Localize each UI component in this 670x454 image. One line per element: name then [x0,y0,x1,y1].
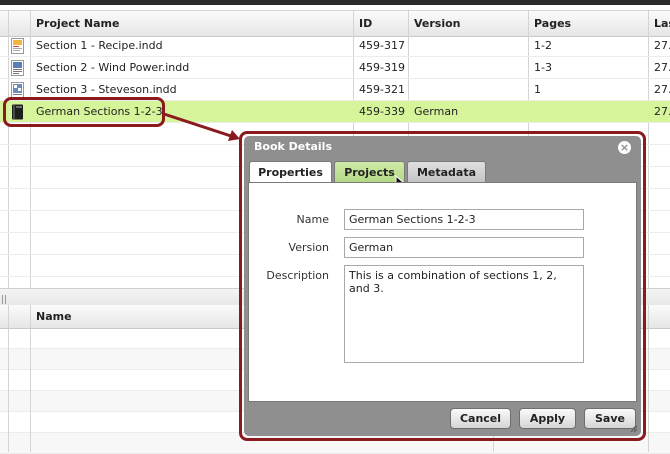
window-top-border [0,0,670,5]
tab-metadata[interactable]: Metadata [407,161,486,182]
project-name-cell: Section 1 - Recipe.indd [36,39,163,52]
id-cell: 459-339 [359,105,405,118]
pages-cell [528,101,648,123]
pages-cell: 1-3 [534,61,552,74]
indd-document-icon [11,38,24,54]
callout-arrow-icon [163,112,240,141]
column-header-version[interactable]: Version [408,11,528,36]
column-divider [648,305,649,328]
version-cell: German [414,105,459,118]
name-label: Name [296,213,329,226]
dialog-title: Book Details [254,140,333,153]
version-label: Version [288,241,329,254]
column-header-id[interactable]: ID [353,11,408,36]
last-cell: 27. [654,105,670,118]
column-header-pages[interactable]: Pages [528,11,648,36]
column-header-project-name[interactable]: Project Name [30,11,353,36]
tab-properties[interactable]: Properties [249,161,332,183]
column-header-name[interactable]: Name [30,305,230,328]
book-details-dialog: Book Details × Properties Projects Metad… [244,136,641,436]
last-cell: 27. [654,61,670,74]
version-cell [408,79,528,101]
splitter-grip-icon [2,295,6,304]
pages-cell: 1 [534,83,541,96]
cancel-button[interactable]: Cancel [450,408,511,429]
description-label: Description [266,269,329,282]
apply-button[interactable]: Apply [519,408,576,429]
name-field[interactable] [344,209,584,230]
id-cell: 459-319 [359,61,405,74]
pages-cell: 1-2 [534,39,552,52]
last-cell: 27. [654,83,670,96]
selection-callout-box [3,97,165,127]
table-row[interactable]: Section 2 - Wind Power.indd 459-319 1-3 … [0,57,670,79]
grid-header: Project Name ID Version Pages Las [0,10,670,37]
version-field[interactable] [344,237,584,258]
project-name-cell: Section 2 - Wind Power.indd [36,61,190,74]
version-cell [408,57,528,79]
resize-grip-icon[interactable] [630,425,638,433]
indd-document-icon [11,60,24,76]
indd-document-icon [11,82,24,98]
column-divider [30,305,31,328]
id-cell: 459-321 [359,83,405,96]
column-header-last[interactable]: Las [648,11,670,36]
save-button[interactable]: Save [584,408,636,429]
column-divider [8,305,9,328]
version-cell [408,35,528,57]
last-cell: 27. [654,39,670,52]
close-icon[interactable]: × [618,141,631,154]
id-cell: 459-317 [359,39,405,52]
table-row[interactable]: Section 1 - Recipe.indd 459-317 1-2 27. [0,35,670,57]
properties-panel: Name Version Description This is a combi… [248,182,637,402]
description-field[interactable]: This is a combination of sections 1, 2, … [344,265,584,363]
